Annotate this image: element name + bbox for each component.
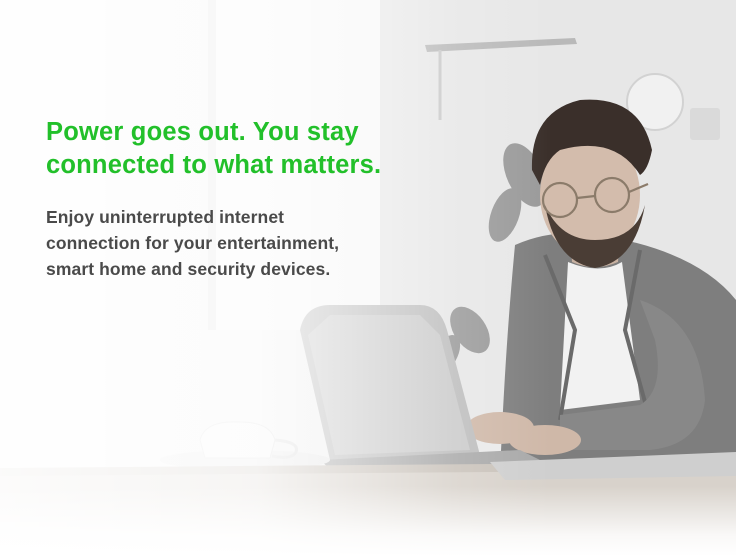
subtext-line: Enjoy uninterrupted internet [46, 207, 285, 227]
cup [199, 421, 276, 459]
jar [690, 108, 720, 140]
subtext-line: smart home and security devices. [46, 259, 331, 279]
subtext-line: connection for your entertainment, [46, 233, 340, 253]
subtext: Enjoy uninterrupted internet connection … [46, 204, 476, 282]
headline-line: connected to what matters. [46, 151, 382, 179]
promo-banner: Power goes out. You stay connected to wh… [0, 0, 736, 556]
headline: Power goes out. You stay connected to wh… [46, 116, 476, 182]
banner-copy: Power goes out. You stay connected to wh… [46, 116, 476, 282]
bottom-fade [0, 486, 736, 556]
headline-line: Power goes out. You stay [46, 118, 359, 146]
